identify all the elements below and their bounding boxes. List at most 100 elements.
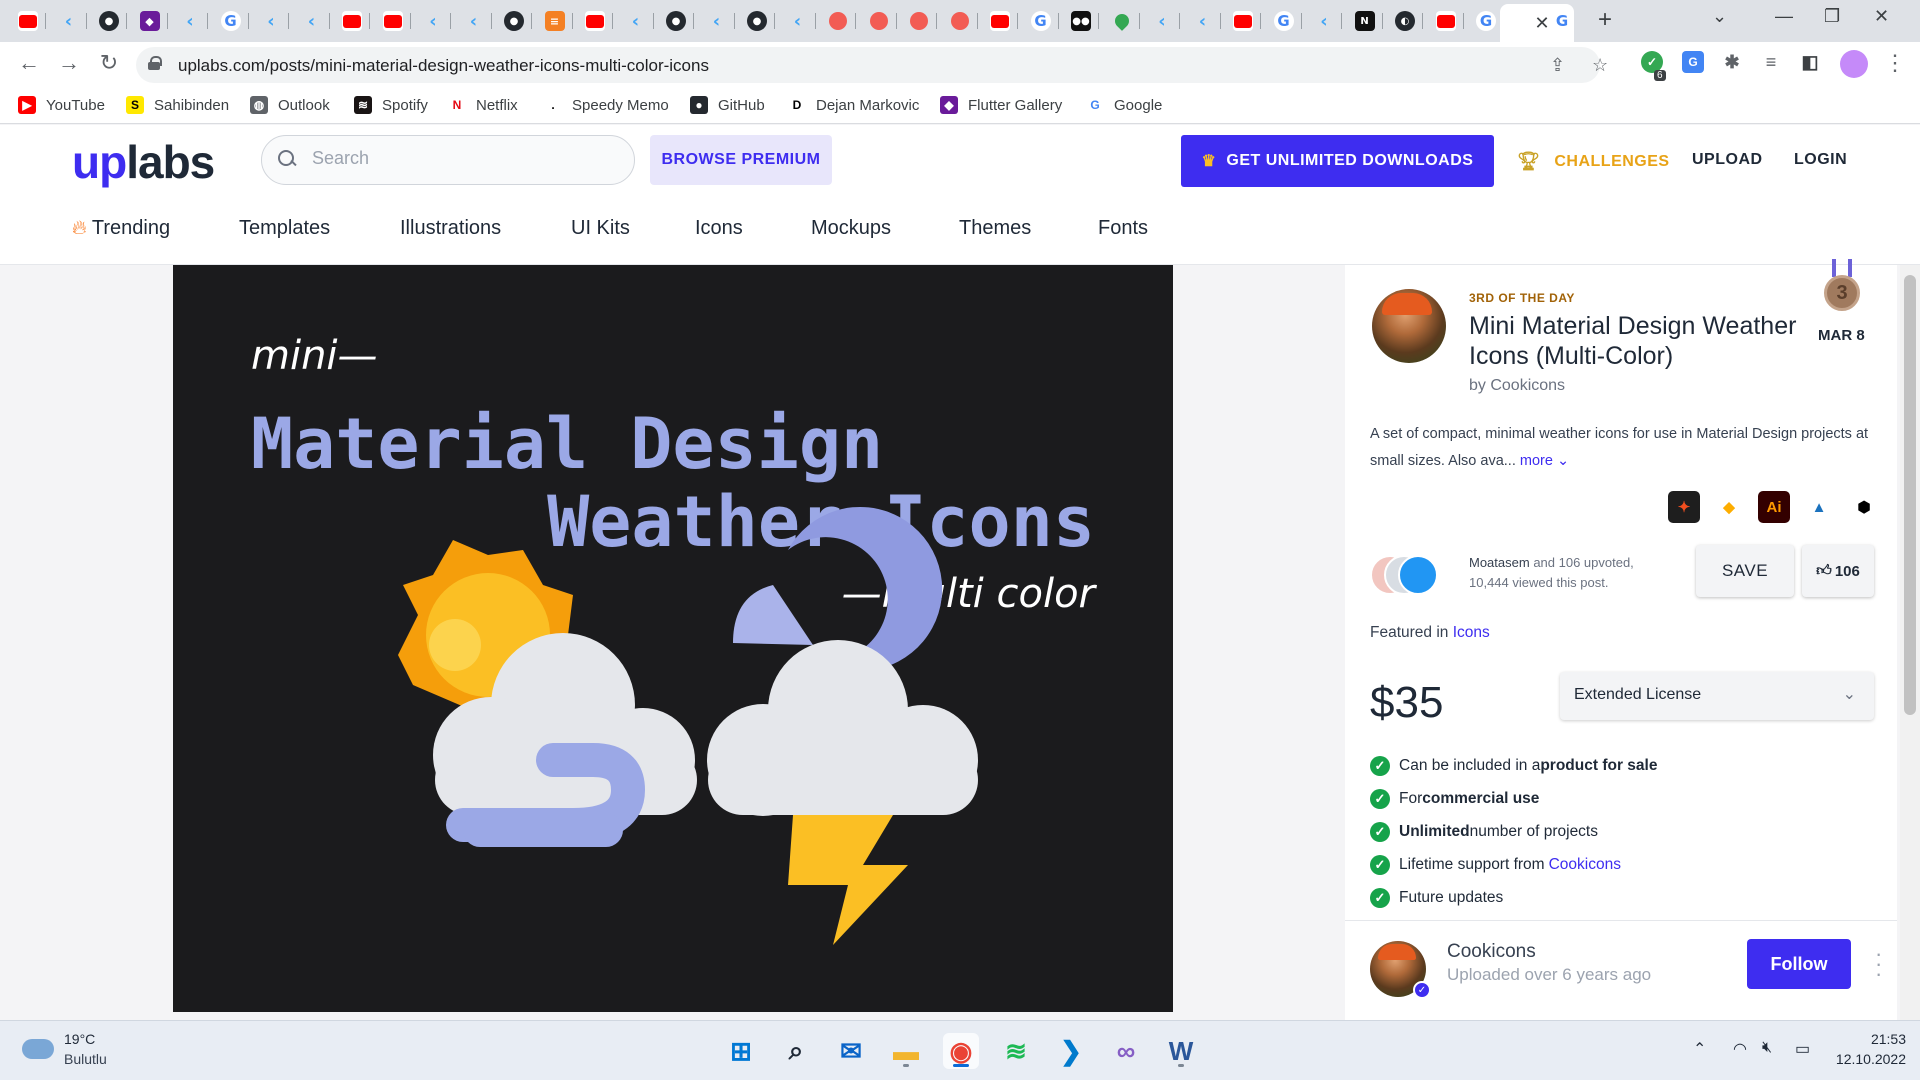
browser-tab[interactable]: ●	[739, 6, 775, 36]
url-text[interactable]: uplabs.com/posts/mini-material-design-we…	[178, 56, 709, 76]
get-unlimited-downloads-button[interactable]: ♛ GET UNLIMITED DOWNLOADS	[1181, 135, 1494, 187]
extensions-puzzle-icon[interactable]: ✱	[1721, 51, 1743, 73]
nav-trending[interactable]: 🔥︎ Trending	[72, 217, 170, 240]
follow-button[interactable]: Follow	[1747, 939, 1851, 989]
word-taskbar-button[interactable]: W	[1163, 1033, 1199, 1069]
browser-tab[interactable]: ‹	[618, 6, 654, 36]
bookmark-speedy-memo[interactable]: . Speedy Memo	[544, 96, 669, 114]
author-byline[interactable]: by Cookicons	[1469, 377, 1565, 395]
more-options-icon[interactable]: · · ·	[1875, 943, 1882, 985]
clock-date[interactable]: 12.10.2022	[1830, 1051, 1906, 1067]
browser-tab[interactable]: ◆	[132, 6, 168, 36]
save-button[interactable]: SAVE	[1696, 545, 1794, 597]
post-preview-image[interactable]: mini— Material Design Weather Icons —mul…	[173, 265, 1173, 1012]
tab-search-icon[interactable]: ⌄	[1712, 6, 1727, 27]
browser-tab[interactable]	[1104, 6, 1140, 36]
weather-temperature[interactable]: 19°C	[64, 1031, 95, 1047]
nav-icons[interactable]: Icons	[695, 217, 743, 240]
browser-tab[interactable]: G	[213, 6, 249, 36]
browser-tab[interactable]: ●	[658, 6, 694, 36]
uplabs-logo[interactable]: uplabs	[72, 135, 215, 189]
browser-tab[interactable]: ‹	[699, 6, 735, 36]
search-taskbar-button[interactable]: ⌕	[778, 1033, 814, 1069]
visual-studio-taskbar-button[interactable]: ∞	[1108, 1033, 1144, 1069]
cloud-weather-icon[interactable]	[22, 1039, 54, 1059]
bookmark-sahibinden[interactable]: S Sahibinden	[126, 96, 229, 114]
browser-tab[interactable]	[982, 6, 1018, 36]
bookmark-youtube[interactable]: ▶ YouTube	[18, 96, 105, 114]
browser-tab[interactable]: ●	[91, 6, 127, 36]
browser-tab[interactable]: ‹	[1185, 6, 1221, 36]
side-panel-icon[interactable]: ◧	[1799, 51, 1821, 73]
author-name[interactable]: Cookicons	[1447, 941, 1536, 963]
profile-avatar[interactable]	[1840, 50, 1868, 78]
show-hidden-icons-icon[interactable]: ⌃	[1693, 1039, 1706, 1059]
tab-google[interactable]: G	[1544, 6, 1580, 36]
page-scrollbar[interactable]	[1900, 265, 1920, 1020]
like-button[interactable]: 👍︎ 106	[1802, 545, 1874, 597]
featured-category-link[interactable]: Icons	[1453, 624, 1490, 641]
browser-tab[interactable]: ‹	[172, 6, 208, 36]
bookmark-google[interactable]: G Google	[1086, 96, 1162, 114]
browser-tab[interactable]	[577, 6, 613, 36]
browser-tab[interactable]	[1428, 6, 1464, 36]
browser-tab[interactable]	[1225, 6, 1261, 36]
browser-tab[interactable]: ≡	[537, 6, 573, 36]
clock-time[interactable]: 21:53	[1866, 1031, 1906, 1047]
nav-fonts[interactable]: Fonts	[1098, 217, 1148, 240]
bookmark-outlook[interactable]: ◍ Outlook	[250, 96, 330, 114]
bookmark-netflix[interactable]: N Netflix	[448, 96, 518, 114]
chrome-menu-icon[interactable]: ⋮	[1880, 50, 1910, 76]
new-tab-button[interactable]: +	[1598, 6, 1612, 34]
browser-tab[interactable]: ●	[496, 6, 532, 36]
nav-mockups[interactable]: Mockups	[811, 217, 891, 240]
weather-description[interactable]: Bulutlu	[64, 1051, 107, 1067]
feature-link[interactable]: Cookicons	[1549, 856, 1621, 874]
address-bar[interactable]: uplabs.com/posts/mini-material-design-we…	[136, 47, 1608, 83]
browser-tab[interactable]	[334, 6, 370, 36]
nav-ui-kits[interactable]: UI Kits	[571, 217, 630, 240]
browser-tab[interactable]	[820, 6, 856, 36]
browser-tab[interactable]: ‹	[294, 6, 330, 36]
author-avatar[interactable]	[1372, 289, 1446, 363]
nav-templates[interactable]: Templates	[239, 217, 330, 240]
forward-icon[interactable]: →	[54, 50, 84, 76]
bookmark-flutter-gallery[interactable]: ◆ Flutter Gallery	[940, 96, 1062, 114]
browser-tab[interactable]	[10, 6, 46, 36]
browser-tab[interactable]: ◐	[1387, 6, 1423, 36]
challenges-link[interactable]: 🏆︎ CHALLENGES	[1517, 151, 1670, 172]
search-input[interactable]	[312, 148, 612, 169]
search-box[interactable]	[261, 135, 635, 185]
bookmark-github[interactable]: ● GitHub	[690, 96, 765, 114]
share-icon[interactable]: ⇪	[1550, 55, 1565, 76]
browser-tab[interactable]: ‹	[456, 6, 492, 36]
login-link[interactable]: LOGIN	[1794, 151, 1847, 169]
wifi-icon[interactable]: ◠	[1733, 1039, 1747, 1059]
restore-icon[interactable]: ❐	[1824, 6, 1840, 27]
browser-tab[interactable]: G	[1266, 6, 1302, 36]
browser-tab[interactable]	[942, 6, 978, 36]
reload-icon[interactable]: ↻	[94, 50, 124, 76]
scrollbar-thumb[interactable]	[1904, 275, 1916, 715]
upvoter-name[interactable]: Moatasem	[1469, 555, 1530, 570]
browser-tab[interactable]	[861, 6, 897, 36]
translate-icon[interactable]: G	[1682, 51, 1704, 73]
spotify-taskbar-button[interactable]: ≋	[998, 1033, 1034, 1069]
vscode-taskbar-button[interactable]: ❯	[1053, 1033, 1089, 1069]
browse-premium-button[interactable]: BROWSE PREMIUM	[650, 135, 832, 185]
browser-tab[interactable]: ‹	[415, 6, 451, 36]
browser-tab[interactable]: G	[1468, 6, 1504, 36]
browser-tab[interactable]: N	[1347, 6, 1383, 36]
browser-tab[interactable]: ‹	[1144, 6, 1180, 36]
bookmark-spotify[interactable]: ≋ Spotify	[354, 96, 428, 114]
bookmark-star-icon[interactable]: ☆	[1592, 55, 1608, 76]
browser-tab[interactable]	[375, 6, 411, 36]
battery-icon[interactable]: ▭	[1795, 1039, 1810, 1059]
volume-muted-icon[interactable]: 🔇︎	[1762, 1039, 1772, 1057]
browser-tab[interactable]: ‹	[253, 6, 289, 36]
minimize-icon[interactable]: —	[1775, 6, 1793, 27]
lock-icon[interactable]	[148, 56, 162, 70]
nav-themes[interactable]: Themes	[959, 217, 1031, 240]
upload-link[interactable]: UPLOAD	[1692, 151, 1763, 169]
license-dropdown[interactable]: Extended License ⌄	[1560, 672, 1874, 720]
